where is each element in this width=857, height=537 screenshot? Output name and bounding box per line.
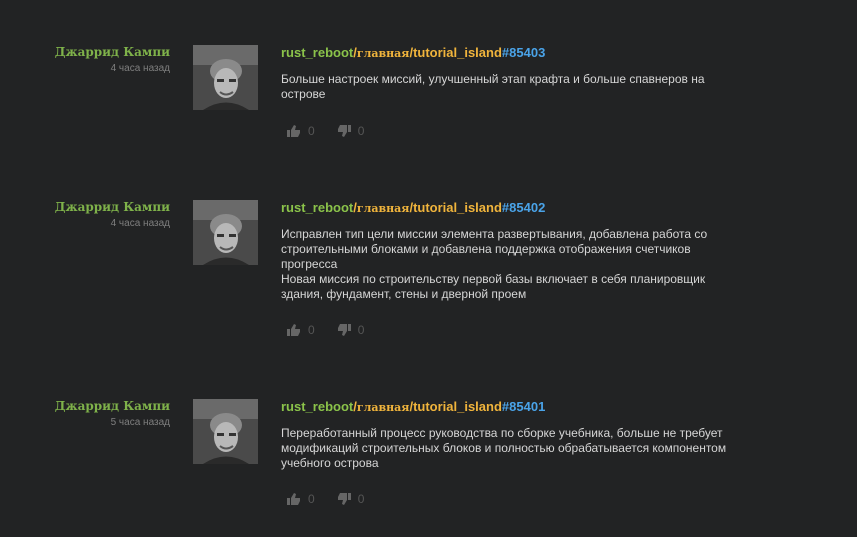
commit-message: Переработанный процесс руководства по сб… <box>281 426 801 471</box>
dislike-button[interactable]: 0 <box>337 492 365 506</box>
like-count: 0 <box>308 492 315 506</box>
branch-link[interactable]: главная <box>357 401 410 414</box>
thumbs-up-icon <box>287 125 300 137</box>
project-link[interactable]: tutorial_island <box>413 45 502 60</box>
vote-bar: 0 0 <box>287 492 386 506</box>
like-button[interactable]: 0 <box>287 124 315 138</box>
avatar-image <box>193 45 258 110</box>
changeset-link[interactable]: #85403 <box>502 45 545 60</box>
project-link[interactable]: tutorial_island <box>413 200 502 215</box>
thumbs-up-icon <box>287 493 300 505</box>
thumbs-down-icon <box>337 324 351 336</box>
author-column: Джаррид Кампи 5 часа назад <box>0 399 170 429</box>
project-link[interactable]: tutorial_island <box>413 399 502 414</box>
dislike-count: 0 <box>357 323 365 337</box>
branch-link[interactable]: главная <box>357 202 410 215</box>
commit-message: Больше настроек миссий, улучшенный этап … <box>281 72 801 102</box>
commit-time: 4 часа назад <box>110 218 170 229</box>
like-button[interactable]: 0 <box>287 492 315 506</box>
message-line: Переработанный процесс руководства по сб… <box>281 426 723 440</box>
author-name[interactable]: Джаррид Кампи <box>0 45 170 59</box>
author-name[interactable]: Джаррид Кампи <box>0 399 170 413</box>
commit-content: rust_reboot/главная/tutorial_island#8540… <box>281 399 801 471</box>
thumbs-down-icon <box>337 493 351 505</box>
thumbs-down-icon <box>337 125 351 137</box>
dislike-count: 0 <box>357 492 365 506</box>
message-line: острове <box>281 87 326 101</box>
dislike-button[interactable]: 0 <box>337 323 365 337</box>
commit-content: rust_reboot/главная/tutorial_island#8540… <box>281 45 801 102</box>
like-button[interactable]: 0 <box>287 323 315 337</box>
message-line: модификаций строительных блоков и полнос… <box>281 441 727 455</box>
commit-title: rust_reboot/главная/tutorial_island#8540… <box>281 200 801 217</box>
message-line: Исправлен тип цели миссии элемента разве… <box>281 227 708 241</box>
repo-link[interactable]: rust_reboot <box>281 200 353 215</box>
commit-message: Исправлен тип цели миссии элемента разве… <box>281 227 801 302</box>
changeset-link[interactable]: #85402 <box>502 200 545 215</box>
repo-link[interactable]: rust_reboot <box>281 399 353 414</box>
like-count: 0 <box>308 323 315 337</box>
author-column: Джаррид Кампи 4 часа назад <box>0 200 170 230</box>
dislike-button[interactable]: 0 <box>337 124 365 138</box>
avatar[interactable] <box>193 399 258 464</box>
dislike-count: 0 <box>357 124 365 138</box>
message-line: учебного острова <box>281 456 379 470</box>
message-line: здания, фундамент, стены и дверной проем <box>281 287 527 301</box>
vote-bar: 0 0 <box>287 124 386 138</box>
author-name[interactable]: Джаррид Кампи <box>0 200 170 214</box>
branch-link[interactable]: главная <box>357 47 410 60</box>
like-count: 0 <box>308 124 315 138</box>
commit-content: rust_reboot/главная/tutorial_island#8540… <box>281 200 801 302</box>
message-line: прогресса <box>281 257 338 271</box>
changeset-link[interactable]: #85401 <box>502 399 545 414</box>
avatar-image <box>193 200 258 265</box>
message-line: Новая миссия по строительству первой баз… <box>281 272 706 286</box>
message-line: Больше настроек миссий, улучшенный этап … <box>281 72 705 86</box>
author-column: Джаррид Кампи 4 часа назад <box>0 45 170 75</box>
message-line: строительными блоками и добавлена поддер… <box>281 242 691 256</box>
vote-bar: 0 0 <box>287 323 386 337</box>
commit-time: 5 часа назад <box>110 417 170 428</box>
commit-title: rust_reboot/главная/tutorial_island#8540… <box>281 399 801 416</box>
avatar-image <box>193 399 258 464</box>
repo-link[interactable]: rust_reboot <box>281 45 353 60</box>
avatar[interactable] <box>193 45 258 110</box>
thumbs-up-icon <box>287 324 300 336</box>
commit-time: 4 часа назад <box>110 63 170 74</box>
commit-title: rust_reboot/главная/tutorial_island#8540… <box>281 45 801 62</box>
avatar[interactable] <box>193 200 258 265</box>
